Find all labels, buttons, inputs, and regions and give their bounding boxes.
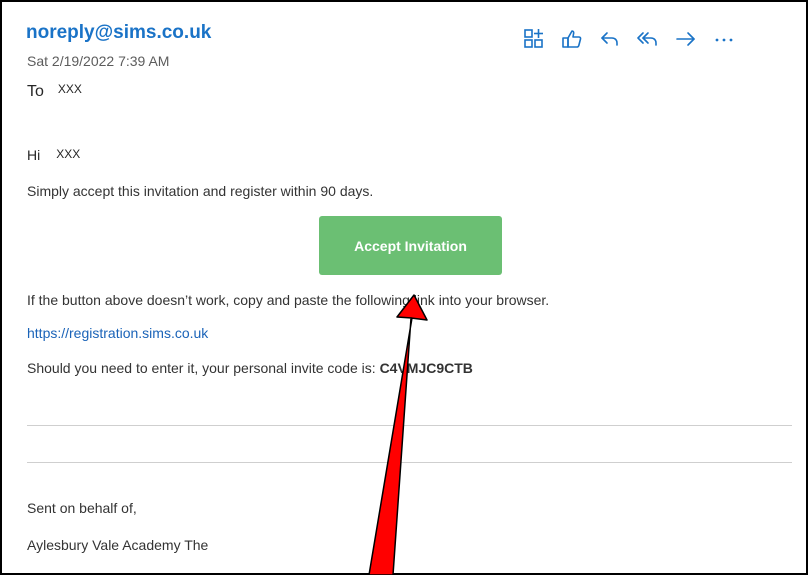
greeting-line: Hi XXX <box>27 147 80 163</box>
reply-icon <box>601 32 618 46</box>
divider <box>27 462 792 463</box>
reply-button[interactable] <box>593 24 627 54</box>
signoff-text: Sent on behalf of, <box>27 500 137 516</box>
more-actions-button[interactable] <box>707 24 741 54</box>
recipient-line: To XXX <box>27 82 82 101</box>
greeting-name: XXX <box>56 147 81 161</box>
accept-invitation-button[interactable]: Accept Invitation <box>319 216 502 275</box>
forward-icon <box>676 32 695 46</box>
like-button[interactable] <box>555 24 589 54</box>
fallback-text: If the button above doesn’t work, copy a… <box>27 292 550 308</box>
invite-code-label: Should you need to enter it, your person… <box>27 360 380 376</box>
forward-button[interactable] <box>669 24 703 54</box>
message-toolbar <box>517 24 745 54</box>
email-date: Sat 2/19/2022 7:39 AM <box>27 53 170 69</box>
apps-add-icon <box>524 29 543 48</box>
registration-link[interactable]: https://registration.sims.co.uk <box>27 325 208 341</box>
intro-text: Simply accept this invitation and regist… <box>27 183 374 199</box>
reply-all-button[interactable] <box>631 24 665 54</box>
greeting-label: Hi <box>27 147 41 163</box>
sender-address[interactable]: noreply@sims.co.uk <box>26 22 211 44</box>
apps-add-button[interactable] <box>517 24 551 54</box>
to-label: To <box>27 83 44 100</box>
invite-code-line: Should you need to enter it, your person… <box>27 360 473 376</box>
email-reading-pane: noreply@sims.co.uk Sat 2/19/2022 7:39 AM… <box>0 0 808 575</box>
divider <box>27 425 792 426</box>
like-icon <box>562 30 582 48</box>
more-icon <box>715 38 733 42</box>
organization-name: Aylesbury Vale Academy The <box>27 537 209 553</box>
reply-all-icon <box>637 32 657 46</box>
invite-code: C4VMJC9CTB <box>379 360 473 376</box>
recipient-value[interactable]: XXX <box>58 82 82 96</box>
